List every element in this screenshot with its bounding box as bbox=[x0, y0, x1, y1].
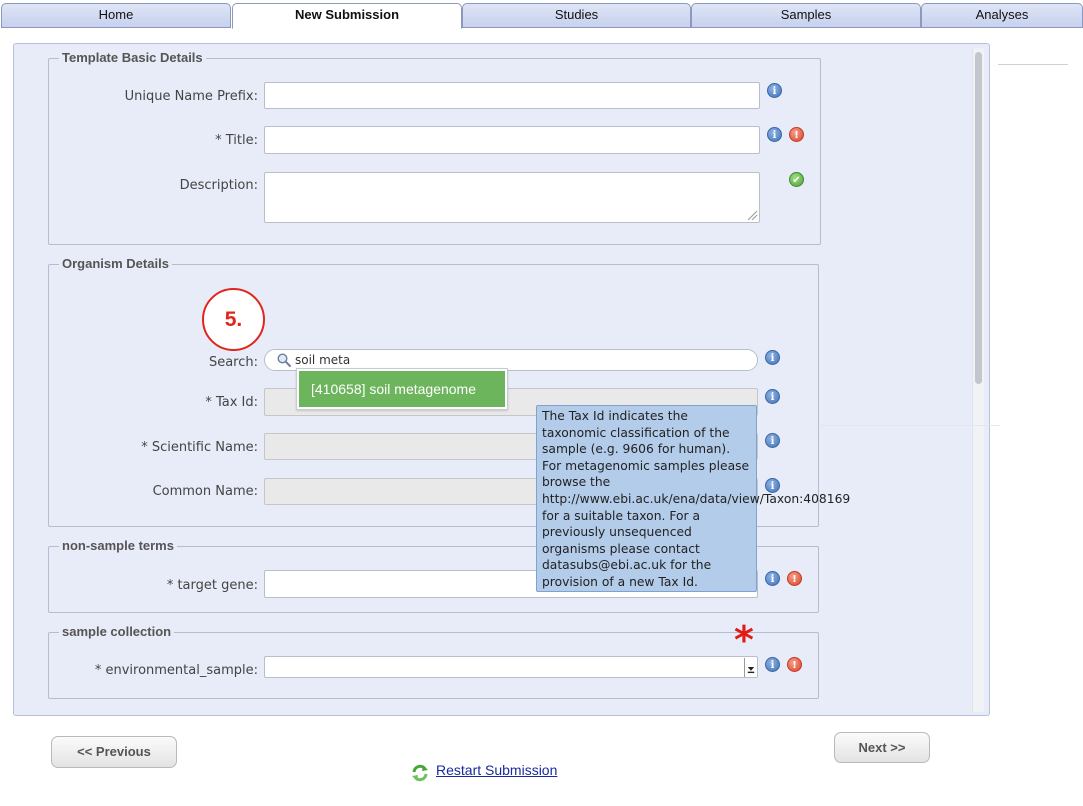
tab-samples[interactable]: Samples bbox=[691, 3, 921, 28]
tab-bar: Home New Submission Studies Samples Anal… bbox=[0, 0, 1083, 29]
restart-submission-link[interactable]: Restart Submission bbox=[436, 762, 557, 778]
required-marker: * bbox=[734, 618, 754, 662]
environmental-sample-select[interactable] bbox=[264, 656, 758, 678]
info-icon[interactable]: i bbox=[765, 571, 780, 586]
tax-id-label: * Tax Id: bbox=[205, 395, 258, 410]
divider bbox=[998, 64, 1068, 65]
autocomplete-dropdown: [410658] soil metagenome bbox=[296, 368, 508, 410]
info-icon[interactable]: i bbox=[765, 350, 780, 365]
next-button[interactable]: Next >> bbox=[834, 732, 930, 763]
step-annotation: 5. bbox=[202, 288, 265, 351]
autocomplete-option[interactable]: [410658] soil metagenome bbox=[299, 371, 505, 407]
section-title: non-sample terms bbox=[59, 538, 177, 553]
tab-studies[interactable]: Studies bbox=[462, 3, 691, 28]
previous-button[interactable]: << Previous bbox=[51, 736, 177, 768]
divider bbox=[820, 425, 1000, 426]
target-gene-label: * target gene: bbox=[166, 578, 258, 593]
section-title: sample collection bbox=[59, 624, 175, 639]
info-icon[interactable]: i bbox=[767, 127, 782, 142]
info-icon[interactable]: i bbox=[767, 83, 782, 98]
search-icon bbox=[277, 353, 291, 367]
info-icon[interactable]: i bbox=[765, 389, 780, 404]
tab-new-submission[interactable]: New Submission bbox=[232, 3, 462, 29]
description-textarea[interactable] bbox=[264, 172, 760, 223]
resize-grip-icon[interactable] bbox=[747, 210, 758, 221]
tax-id-tooltip: The Tax Id indicates the taxonomic class… bbox=[536, 405, 850, 592]
unique-name-prefix-input[interactable] bbox=[264, 82, 760, 109]
refresh-icon[interactable] bbox=[410, 763, 430, 783]
error-icon: ! bbox=[787, 571, 802, 586]
common-name-label: Common Name: bbox=[152, 484, 258, 499]
environmental-sample-label: * environmental_sample: bbox=[94, 663, 258, 678]
scientific-name-label: * Scientific Name: bbox=[141, 440, 258, 455]
section-title: Organism Details bbox=[59, 256, 172, 271]
title-input[interactable] bbox=[264, 126, 760, 154]
info-icon[interactable]: i bbox=[765, 433, 780, 448]
error-icon: ! bbox=[787, 657, 802, 672]
error-icon: ! bbox=[789, 127, 804, 142]
check-icon: ✔ bbox=[789, 172, 804, 187]
info-icon[interactable]: i bbox=[765, 657, 780, 672]
tab-home[interactable]: Home bbox=[1, 3, 231, 28]
info-icon[interactable]: i bbox=[765, 478, 780, 493]
search-label: Search: bbox=[208, 355, 258, 370]
title-label: * Title: bbox=[215, 133, 258, 148]
tab-analyses[interactable]: Analyses bbox=[921, 3, 1083, 28]
unique-name-prefix-label: Unique Name Prefix: bbox=[124, 89, 258, 104]
section-title: Template Basic Details bbox=[59, 50, 206, 65]
description-label: Description: bbox=[179, 178, 258, 193]
scrollbar-thumb[interactable] bbox=[975, 52, 982, 384]
